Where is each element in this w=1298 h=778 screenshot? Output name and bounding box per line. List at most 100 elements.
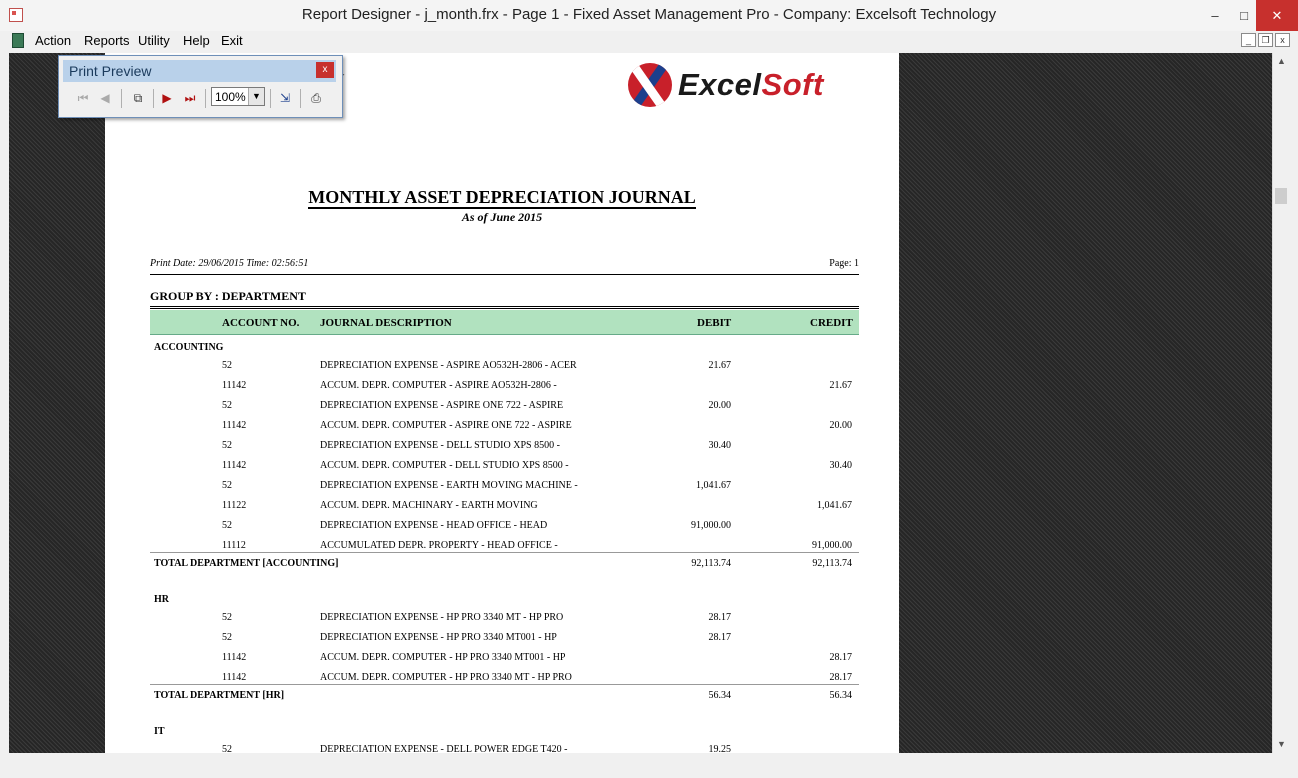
journal-description: DEPRECIATION EXPENSE - DELL STUDIO XPS 8… [320, 440, 560, 451]
debit-amount: 19.25 [708, 744, 732, 753]
account-number: 52 [222, 612, 232, 623]
debit-amount: 20.00 [708, 400, 732, 411]
account-number: 11142 [222, 380, 247, 391]
journal-description: DEPRECIATION EXPENSE - EARTH MOVING MACH… [320, 480, 578, 491]
print-preview-toolbar[interactable]: Print Preview x ⏮ ◀ ⧉ ▶ ⏭ 100% ▼ ⇲ ⎙ [58, 55, 343, 118]
logo-wordmark: ExcelSoft [678, 67, 824, 103]
credit-amount: 20.00 [829, 420, 853, 431]
exit-preview-icon[interactable]: ⇲ [274, 87, 296, 109]
total-divider [150, 552, 859, 553]
credit-amount: 21.67 [829, 380, 853, 391]
account-number: 11142 [222, 460, 247, 471]
debit-amount: 1,041.67 [696, 480, 731, 491]
journal-description: ACCUM. DEPR. MACHINARY - EARTH MOVING [320, 500, 538, 511]
multi-page-icon[interactable]: ⧉ [127, 87, 149, 109]
account-number: 52 [222, 744, 232, 753]
menu-reports[interactable]: Reports [84, 33, 130, 48]
document-icon[interactable] [12, 33, 24, 48]
column-header-debit: DEBIT [697, 317, 732, 329]
toolbar-separator [300, 89, 301, 108]
credit-amount: 30.40 [829, 460, 853, 471]
account-number: 11122 [222, 500, 247, 511]
last-page-icon[interactable]: ⏭ [179, 87, 201, 109]
group-name: ACCOUNTING [154, 342, 224, 353]
credit-amount: 91,000.00 [812, 540, 852, 551]
journal-description: ACCUMULATED DEPR. PROPERTY - HEAD OFFICE… [320, 540, 558, 551]
status-strip [0, 753, 1298, 778]
zoom-value: 100% [215, 90, 246, 104]
group-name: HR [154, 594, 169, 605]
account-number: 11142 [222, 672, 247, 683]
journal-description: ACCUM. DEPR. COMPUTER - HP PRO 3340 MT -… [320, 672, 572, 683]
vertical-scrollbar[interactable]: ▲ ▼ [1272, 53, 1290, 753]
scroll-down-icon[interactable]: ▼ [1273, 736, 1290, 753]
mdi-close-button[interactable]: x [1275, 33, 1290, 47]
group-by-label: GROUP BY : DEPARTMENT [150, 289, 306, 303]
toolbar-separator [270, 89, 271, 108]
account-number: 52 [222, 632, 232, 643]
logo-word-excel: Excel [678, 67, 762, 102]
zoom-select[interactable]: 100% ▼ [211, 87, 265, 106]
menu-exit[interactable]: Exit [221, 33, 243, 48]
group-total-label: TOTAL DEPARTMENT [HR] [154, 690, 285, 701]
first-page-icon[interactable]: ⏮ [73, 87, 93, 109]
account-number: 52 [222, 440, 232, 451]
preview-canvas[interactable]: Y ExcelSoft MONTHLY ASSET DEPRECIATION J… [9, 53, 1272, 753]
logo-word-soft: Soft [761, 67, 824, 102]
journal-description: DEPRECIATION EXPENSE - HP PRO 3340 MT - … [320, 612, 564, 623]
menu-utility[interactable]: Utility [138, 33, 170, 48]
debit-amount: 91,000.00 [691, 520, 731, 531]
toolbar-close-button[interactable]: x [316, 62, 334, 78]
divider [150, 274, 859, 275]
credit-amount: 28.17 [829, 652, 853, 663]
print-date: Print Date: 29/06/2015 Time: 02:56:51 [150, 258, 309, 269]
mdi-restore-button[interactable]: ❐ [1258, 33, 1273, 47]
title-bar: Report Designer - j_month.frx - Page 1 -… [0, 0, 1298, 32]
journal-description: ACCUM. DEPR. COMPUTER - ASPIRE AO532H-28… [320, 380, 557, 391]
maximize-button[interactable]: □ [1232, 0, 1256, 31]
report-subtitle: As of June 2015 [461, 210, 543, 224]
report-title: MONTHLY ASSET DEPRECIATION JOURNAL [308, 187, 696, 209]
toolbar-caption[interactable]: Print Preview x [63, 60, 336, 82]
page-number: Page: 1 [829, 258, 859, 269]
mdi-minimize-button[interactable]: _ [1241, 33, 1256, 47]
column-header-credit: CREDIT [810, 317, 853, 329]
debit-amount: 28.17 [708, 612, 732, 623]
journal-description: DEPRECIATION EXPENSE - DELL POWER EDGE T… [320, 744, 568, 753]
toolbar-separator [121, 89, 122, 108]
scroll-thumb[interactable] [1275, 188, 1287, 204]
report-title-wrap: MONTHLY ASSET DEPRECIATION JOURNAL [105, 187, 899, 209]
account-number: 52 [222, 360, 232, 371]
debit-amount: 28.17 [708, 632, 732, 643]
account-number: 52 [222, 400, 232, 411]
close-button[interactable]: ✕ [1256, 0, 1298, 31]
journal-description: ACCUM. DEPR. COMPUTER - HP PRO 3340 MT00… [320, 652, 566, 663]
debit-amount: 30.40 [708, 440, 732, 451]
menu-help[interactable]: Help [183, 33, 210, 48]
column-header-account: ACCOUNT NO. [222, 317, 300, 329]
next-page-icon[interactable]: ▶ [157, 87, 177, 109]
account-number: 52 [222, 480, 232, 491]
journal-description: DEPRECIATION EXPENSE - HEAD OFFICE - HEA… [320, 520, 548, 531]
scroll-up-icon[interactable]: ▲ [1273, 53, 1290, 70]
group-total-debit: 92,113.74 [691, 558, 731, 569]
journal-description: ACCUM. DEPR. COMPUTER - ASPIRE ONE 722 -… [320, 420, 572, 431]
column-header-description: JOURNAL DESCRIPTION [320, 317, 452, 329]
journal-description: ACCUM. DEPR. COMPUTER - DELL STUDIO XPS … [320, 460, 569, 471]
toolbar-separator [153, 89, 154, 108]
divider [150, 306, 859, 307]
previous-page-icon[interactable]: ◀ [95, 87, 115, 109]
account-number: 11142 [222, 420, 247, 431]
chevron-down-icon[interactable]: ▼ [248, 88, 264, 105]
journal-description: DEPRECIATION EXPENSE - ASPIRE AO532H-280… [320, 360, 577, 371]
menu-action[interactable]: Action [35, 33, 71, 48]
group-total-credit: 56.34 [829, 690, 853, 701]
print-icon[interactable]: ⎙ [304, 87, 328, 109]
mdi-controls: _ ❐ x [1241, 33, 1290, 47]
minimize-button[interactable]: – [1198, 0, 1232, 31]
account-number: 52 [222, 520, 232, 531]
debit-amount: 21.67 [708, 360, 732, 371]
divider [150, 308, 859, 309]
toolbar-title: Print Preview [69, 63, 152, 79]
journal-description: DEPRECIATION EXPENSE - ASPIRE ONE 722 - … [320, 400, 564, 411]
